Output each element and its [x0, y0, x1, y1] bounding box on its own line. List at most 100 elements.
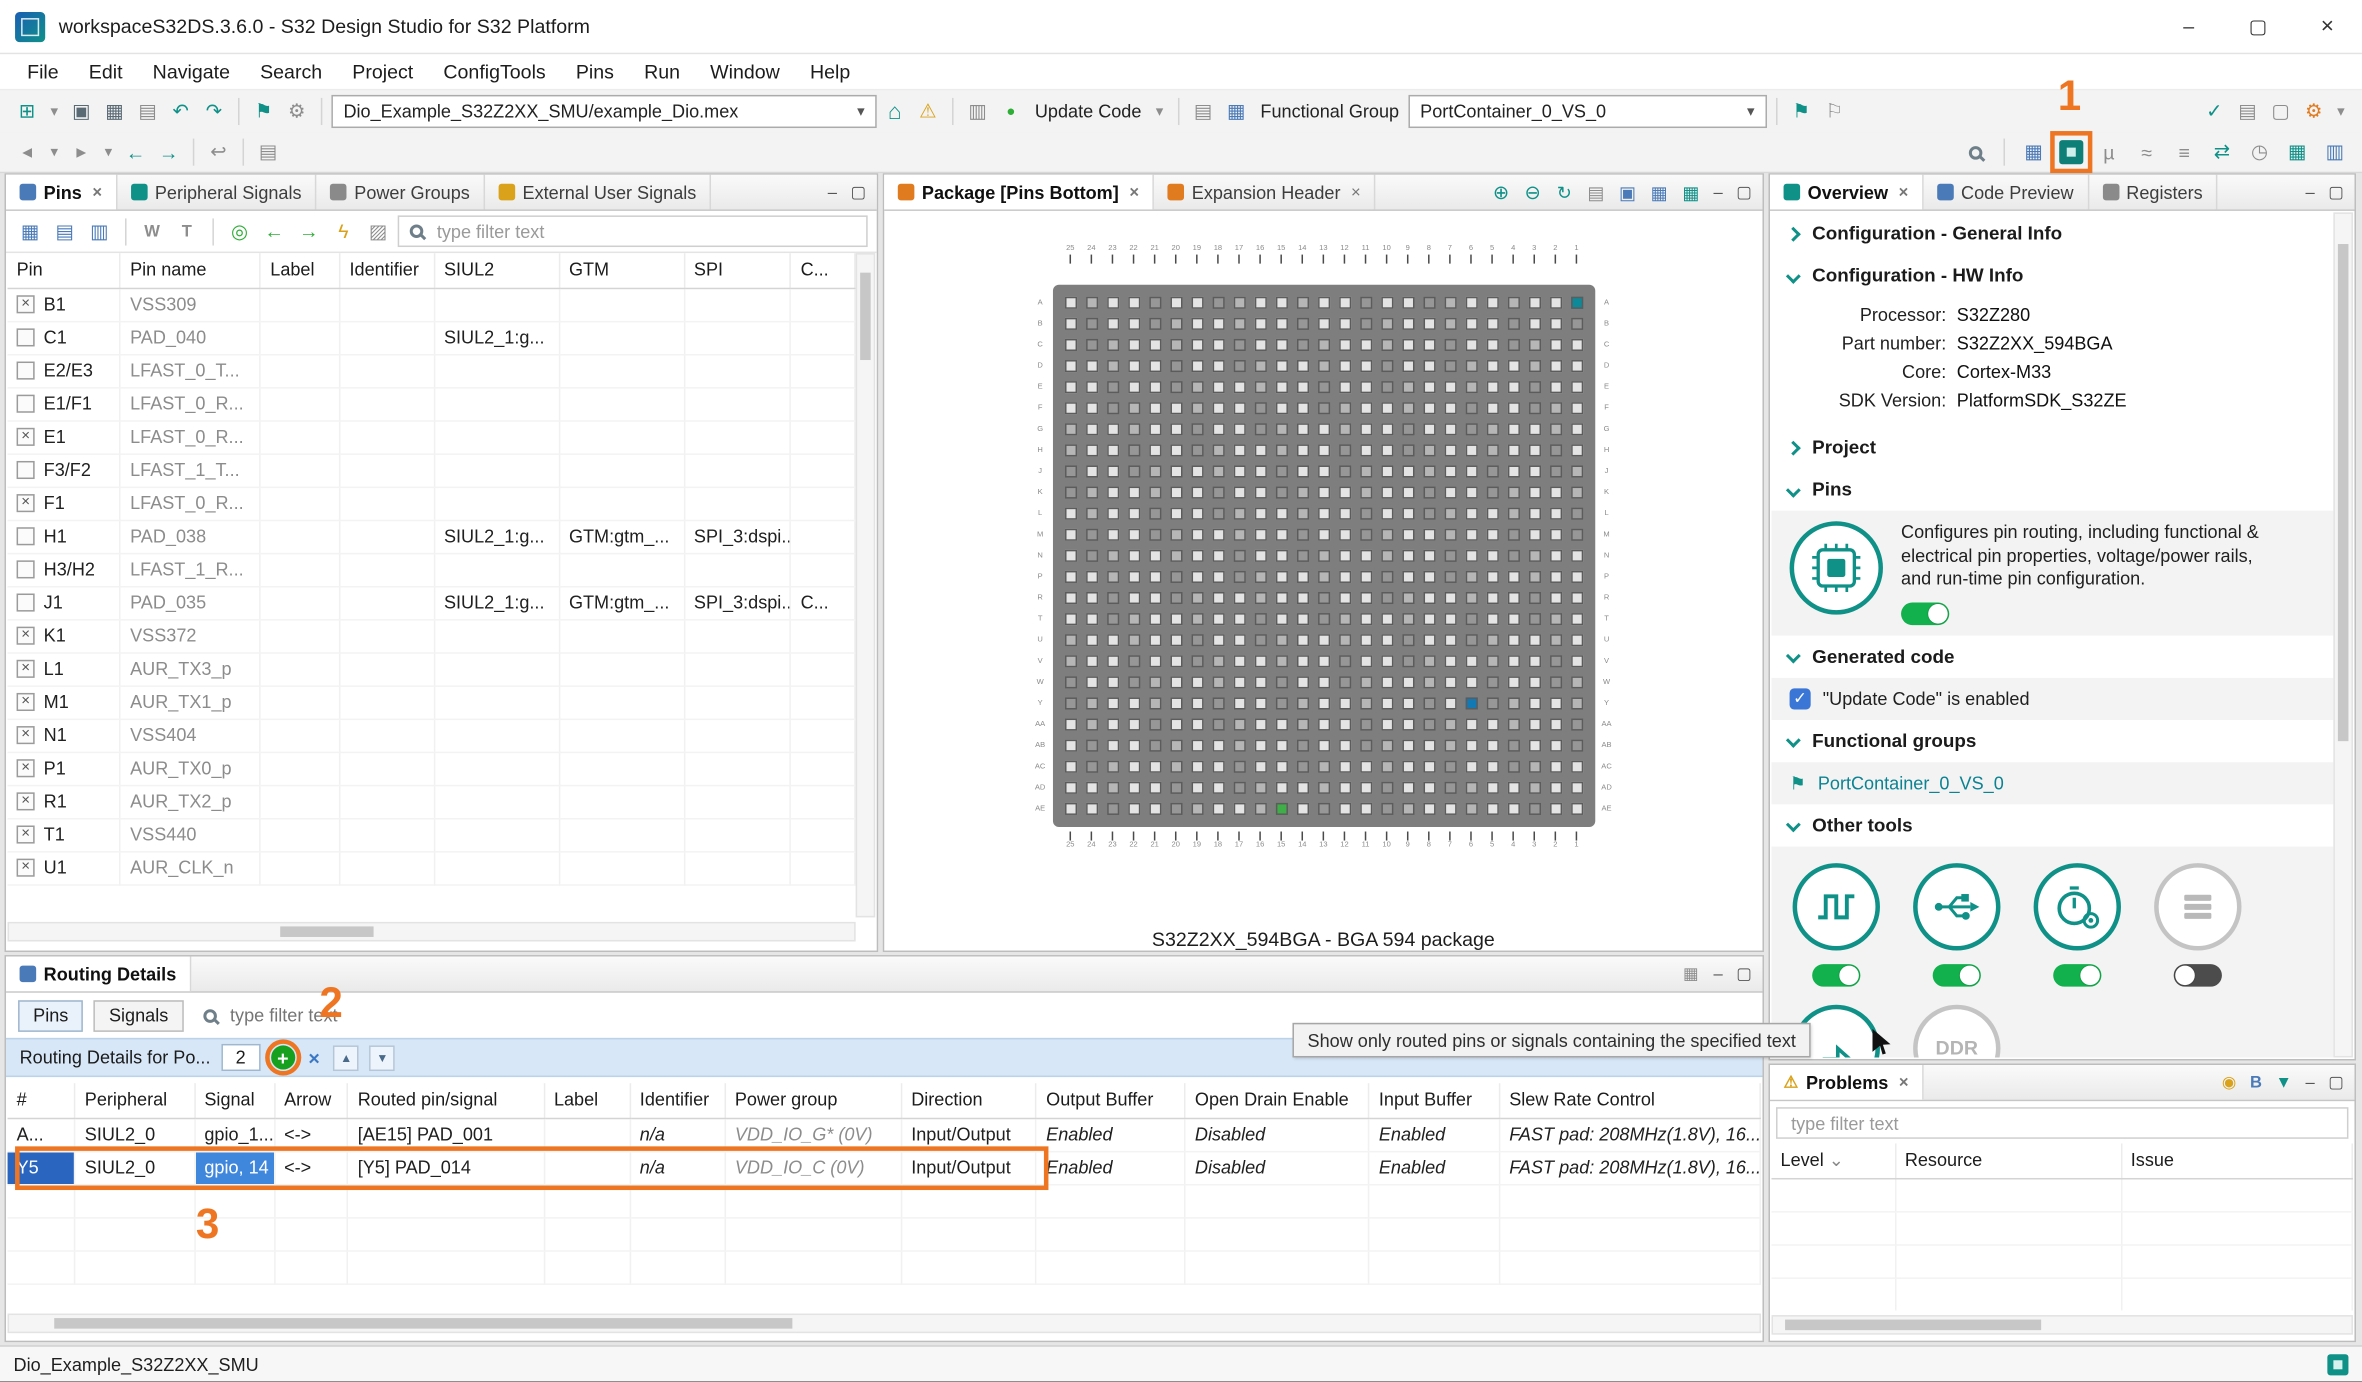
bga-pin[interactable] — [1486, 592, 1498, 604]
bga-pin[interactable] — [1170, 381, 1182, 393]
functional-group-icon[interactable]: ▦ — [1221, 96, 1251, 126]
layout-a-icon[interactable]: ▣ — [1619, 177, 1637, 207]
bga-pin[interactable] — [1254, 381, 1266, 393]
bga-pin[interactable] — [1170, 360, 1182, 372]
bga-pin[interactable] — [1338, 423, 1350, 435]
bga-pin[interactable] — [1317, 360, 1329, 372]
bga-pin[interactable] — [1465, 655, 1477, 667]
bga-pin[interactable] — [1444, 487, 1456, 499]
bga-pin[interactable] — [1296, 592, 1308, 604]
bga-pin[interactable] — [1423, 444, 1435, 456]
routing-column-header-11[interactable]: Input Buffer — [1369, 1083, 1499, 1118]
bga-pin[interactable] — [1317, 508, 1329, 520]
bga-pin[interactable] — [1085, 381, 1097, 393]
bga-pin[interactable] — [1317, 740, 1329, 752]
bga-pin[interactable] — [1465, 613, 1477, 625]
bga-pin[interactable] — [1296, 634, 1308, 646]
bga-pin[interactable] — [1296, 655, 1308, 667]
bga-pin[interactable] — [1317, 803, 1329, 815]
bga-pin[interactable] — [1212, 423, 1224, 435]
bga-pin[interactable] — [1149, 655, 1161, 667]
bga-pin[interactable] — [1465, 803, 1477, 815]
tool-usb-toggle[interactable] — [1933, 964, 1981, 987]
bga-pin[interactable] — [1128, 360, 1140, 372]
bga-pin[interactable] — [1423, 487, 1435, 499]
bga-pin[interactable] — [1296, 508, 1308, 520]
bga-pin[interactable] — [1317, 655, 1329, 667]
bga-pin[interactable] — [1296, 697, 1308, 709]
bga-pin[interactable] — [1444, 634, 1456, 646]
bga-pin[interactable] — [1128, 550, 1140, 562]
bga-pin[interactable] — [1381, 634, 1393, 646]
routing-row[interactable]: Y5SIUL2_0gpio, 14<->[Y5] PAD_014n/aVDD_I… — [8, 1151, 1761, 1184]
problems-column-header-1[interactable]: Resource — [1895, 1143, 2121, 1178]
bga-pin[interactable] — [1570, 402, 1582, 414]
bga-pin[interactable] — [1444, 318, 1456, 330]
bga-pin[interactable] — [1149, 529, 1161, 541]
bga-pin[interactable] — [1570, 529, 1582, 541]
bga-pin[interactable] — [1149, 508, 1161, 520]
tab-power-groups[interactable]: Power Groups — [317, 175, 485, 210]
bga-pin[interactable] — [1360, 697, 1372, 709]
bga-pin[interactable] — [1170, 465, 1182, 477]
bga-pin[interactable] — [1233, 740, 1245, 752]
bga-pin[interactable] — [1128, 803, 1140, 815]
bga-pin[interactable] — [1360, 297, 1372, 309]
bga-pin[interactable] — [1444, 592, 1456, 604]
bga-pin[interactable] — [1085, 655, 1097, 667]
bga-pin[interactable] — [1275, 697, 1287, 709]
bga-pin[interactable] — [1275, 761, 1287, 773]
bga-pin[interactable] — [1170, 318, 1182, 330]
bga-pin[interactable] — [1549, 571, 1561, 583]
bga-pin[interactable] — [1549, 550, 1561, 562]
bga-pin[interactable] — [1128, 318, 1140, 330]
bga-pin[interactable] — [1064, 740, 1076, 752]
lightning-icon[interactable]: ϟ — [328, 216, 358, 246]
routing-column-header-2[interactable]: Signal — [195, 1083, 275, 1118]
bga-pin[interactable] — [1149, 571, 1161, 583]
bga-pin[interactable] — [1360, 402, 1372, 414]
bga-pin[interactable] — [1106, 571, 1118, 583]
bga-pin[interactable] — [1296, 529, 1308, 541]
tab-expansion-header[interactable]: Expansion Header × — [1154, 175, 1376, 210]
bga-pin[interactable] — [1570, 423, 1582, 435]
bga-pin[interactable] — [1444, 402, 1456, 414]
bga-pin[interactable] — [1528, 697, 1540, 709]
bga-pin[interactable] — [1465, 508, 1477, 520]
add-route-button[interactable]: + — [271, 1045, 295, 1069]
routing-count-box[interactable]: 2 — [221, 1044, 260, 1071]
bga-pin[interactable] — [1507, 381, 1519, 393]
tool-timer-icon[interactable] — [2034, 863, 2121, 950]
bga-pin[interactable] — [1212, 318, 1224, 330]
menu-window[interactable]: Window — [695, 60, 795, 83]
bga-pin[interactable] — [1064, 508, 1076, 520]
pins-column-header-3[interactable]: Identifier — [340, 253, 434, 288]
bga-pin[interactable] — [1402, 782, 1414, 794]
section-general-info[interactable]: Configuration - General Info — [1772, 212, 2334, 254]
bga-pin[interactable] — [1402, 529, 1414, 541]
close-icon[interactable]: × — [1899, 183, 1909, 201]
bga-pin[interactable] — [1296, 444, 1308, 456]
bga-pin[interactable] — [1106, 697, 1118, 709]
bga-pin[interactable] — [1381, 297, 1393, 309]
pin-row[interactable]: E2/E3LFAST_0_T... — [8, 354, 855, 387]
bga-pin[interactable] — [1338, 697, 1350, 709]
monitor-icon[interactable]: ▢ — [2266, 96, 2296, 126]
bga-pin[interactable] — [1549, 444, 1561, 456]
bga-pin[interactable] — [1296, 297, 1308, 309]
bga-pin[interactable] — [1423, 782, 1435, 794]
pin-row[interactable]: ×F1LFAST_0_R... — [8, 487, 855, 520]
bga-pin[interactable] — [1233, 360, 1245, 372]
bga-pin[interactable] — [1570, 634, 1582, 646]
bga-pin[interactable] — [1233, 676, 1245, 688]
bga-pin[interactable] — [1149, 423, 1161, 435]
bga-pin[interactable] — [1170, 719, 1182, 731]
bga-pin[interactable] — [1570, 676, 1582, 688]
bga-pin[interactable] — [1233, 719, 1245, 731]
bga-pin[interactable] — [1296, 465, 1308, 477]
pins-column-header-7[interactable]: C... — [791, 253, 855, 288]
bga-pin[interactable] — [1212, 719, 1224, 731]
bga-pin[interactable] — [1317, 782, 1329, 794]
prev-annotation-caret-icon[interactable]: ▾ — [45, 137, 63, 167]
bga-pin[interactable] — [1402, 571, 1414, 583]
